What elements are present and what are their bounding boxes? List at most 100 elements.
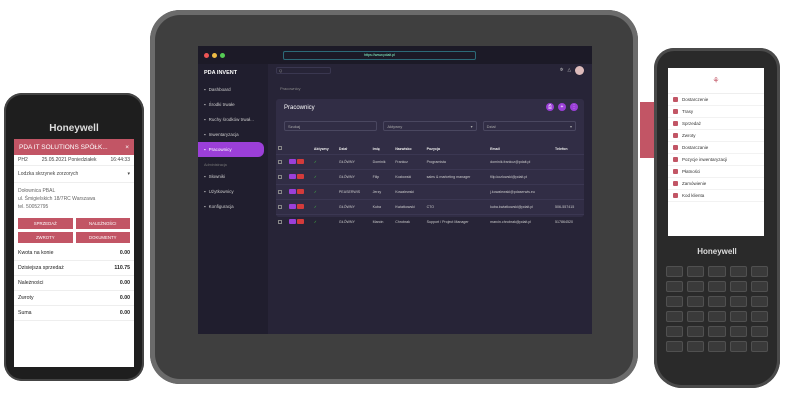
delete-icon[interactable]: [296, 219, 304, 224]
table-body: ✓ GŁÓWNY Dominik Frankcz Programista dominik.…: [276, 154, 584, 229]
keypad-key[interactable]: [750, 326, 768, 337]
keypad-key[interactable]: [666, 296, 684, 307]
keypad-key[interactable]: [687, 341, 705, 352]
minimize-dot-icon[interactable]: [212, 52, 217, 58]
scanner-menu-item[interactable]: Dostarczenie: [668, 94, 764, 106]
documents-button[interactable]: DOKUMENTY: [75, 232, 130, 243]
row-checkbox[interactable]: [278, 189, 282, 194]
sidebar-admin-item[interactable]: ▪ Konfiguracja: [198, 199, 268, 214]
delete-icon[interactable]: [296, 204, 304, 209]
scanner-menu-item[interactable]: Płatności: [668, 166, 764, 178]
close-dot-icon[interactable]: [204, 52, 209, 58]
row-checkbox[interactable]: [278, 219, 282, 224]
keypad-key[interactable]: [729, 296, 747, 307]
sidebar-admin-item[interactable]: ▪ Użytkownicy: [198, 184, 268, 199]
table-row[interactable]: ✓ GŁÓWNY Dominik Frankcz Programista dominik.…: [276, 154, 584, 170]
table-cell: GŁÓWNY: [336, 154, 371, 170]
keypad-key[interactable]: [708, 281, 726, 292]
keypad-key[interactable]: [729, 326, 747, 337]
delete-icon[interactable]: [296, 174, 304, 179]
stat-value: 110.75: [114, 265, 130, 271]
menu-item-icon: [673, 169, 678, 174]
edit-icon[interactable]: [288, 159, 296, 164]
scanner-menu-item[interactable]: Pozycje inwentaryzacji: [668, 154, 764, 166]
sidebar-admin-item[interactable]: ▪ Słowniki: [198, 169, 268, 184]
edit-icon[interactable]: [288, 174, 296, 179]
avatar[interactable]: [575, 65, 584, 75]
scanner-menu-item[interactable]: Sprzedaż: [668, 118, 764, 130]
keypad-key[interactable]: [708, 266, 726, 277]
bell-icon[interactable]: △: [568, 67, 571, 73]
keypad-key[interactable]: [687, 311, 705, 322]
tablet-screen: https://www.pdait.pl PDA INVENT ▪ Dashboa…: [198, 46, 592, 334]
maximize-dot-icon[interactable]: [220, 52, 225, 58]
scanner-menu-item[interactable]: Kod klienta: [668, 190, 764, 202]
row-checkbox[interactable]: [278, 159, 282, 164]
keypad-key[interactable]: [687, 281, 705, 292]
receivables-button[interactable]: NALEŻNOŚCI: [75, 218, 130, 229]
table-row[interactable]: ✓ GŁÓWNY Filip Kozłowski sales & marketing m…: [276, 169, 584, 185]
keypad-key[interactable]: [750, 281, 768, 292]
keypad-key[interactable]: [687, 326, 705, 337]
search-field[interactable]: Szukaj: [284, 121, 378, 131]
keypad-key[interactable]: [729, 311, 747, 322]
table-row[interactable]: ✓ GŁÓWNY Kuba Kwiatkowski CTO kuba.kwiatkowsk…: [276, 199, 584, 215]
keypad-key[interactable]: [708, 311, 726, 322]
keypad-key[interactable]: [750, 341, 768, 352]
returns-button[interactable]: ZWROTY: [18, 232, 73, 243]
department-select[interactable]: Dział ▾: [482, 121, 576, 131]
table-row[interactable]: ✓ GŁÓWNY Marcin Chrobrak Support / Project M…: [276, 214, 584, 229]
keypad-key[interactable]: [729, 341, 747, 352]
row-checkbox[interactable]: [278, 174, 282, 179]
filters: Szukaj Aktywny ▾ Dział ▾: [276, 117, 584, 135]
scanner-menu-item[interactable]: Trasy: [668, 106, 764, 118]
select-all-checkbox[interactable]: [278, 146, 282, 150]
keypad-key[interactable]: [666, 326, 684, 337]
edit-icon[interactable]: [288, 189, 296, 194]
row-checkbox[interactable]: [278, 204, 282, 209]
keypad-key[interactable]: [750, 266, 768, 277]
location-select[interactable]: Lodzka skrzynek zorzorych ▾: [14, 166, 134, 183]
sidebar-item-ruchyrodkwtrwa[interactable]: ▪ Ruchy środków trwał...: [198, 112, 268, 127]
sidebar-item-label: Konfiguracja: [208, 204, 234, 209]
keypad-key[interactable]: [687, 296, 705, 307]
settings-icon[interactable]: ✲: [560, 67, 564, 73]
add-icon[interactable]: +: [558, 103, 566, 111]
export-icon[interactable]: ⎙: [546, 103, 554, 111]
scanner-menu-item[interactable]: Zwroty: [668, 130, 764, 142]
keypad-key[interactable]: [666, 266, 684, 277]
table-row[interactable]: ✓ PEASERWIS Jerzy Kowalewski j.kowalewski@pd…: [276, 184, 584, 200]
menu-item-label: Trasy: [682, 109, 694, 114]
keypad-key[interactable]: [666, 281, 684, 292]
close-icon[interactable]: ×: [125, 144, 129, 151]
url-bar[interactable]: https://www.pdait.pl: [283, 50, 476, 60]
more-icon[interactable]: ⋮: [570, 103, 578, 111]
sidebar-item-inwentaryzacja[interactable]: ▪ Inwentaryzacja: [198, 127, 268, 142]
meta-device: PH2: [18, 157, 28, 163]
keypad-key[interactable]: [708, 296, 726, 307]
keypad-key[interactable]: [666, 311, 684, 322]
sales-button[interactable]: SPRZEDAŻ: [18, 218, 73, 229]
keypad-key[interactable]: [750, 311, 768, 322]
sidebar-item-dashboard[interactable]: ▪ Dashboard: [198, 82, 268, 97]
keypad-key[interactable]: [708, 326, 726, 337]
search-input[interactable]: Q: [276, 66, 331, 74]
edit-icon[interactable]: [288, 204, 296, 209]
keypad-key[interactable]: [666, 341, 684, 352]
keypad-key[interactable]: [708, 341, 726, 352]
delete-icon[interactable]: [296, 189, 304, 194]
keypad-key[interactable]: [729, 281, 747, 292]
scanner-menu-item[interactable]: Dostarczanie: [668, 142, 764, 154]
active-select[interactable]: Aktywny ▾: [383, 121, 477, 131]
sidebar-item-label: Słowniki: [208, 174, 226, 179]
stat-label: Należności: [18, 280, 44, 286]
edit-icon[interactable]: [288, 219, 296, 224]
delete-icon[interactable]: [296, 159, 304, 164]
sidebar-item-rodkitrwae[interactable]: ▪ Środki trwałe: [198, 97, 268, 112]
menu-item-label: Zamówienie: [682, 181, 707, 186]
keypad-key[interactable]: [687, 266, 705, 277]
keypad-key[interactable]: [729, 266, 747, 277]
sidebar-item-pracownicy[interactable]: ▪ Pracownicy: [198, 142, 264, 157]
scanner-menu-item[interactable]: Zamówienie: [668, 178, 764, 190]
keypad-key[interactable]: [750, 296, 768, 307]
